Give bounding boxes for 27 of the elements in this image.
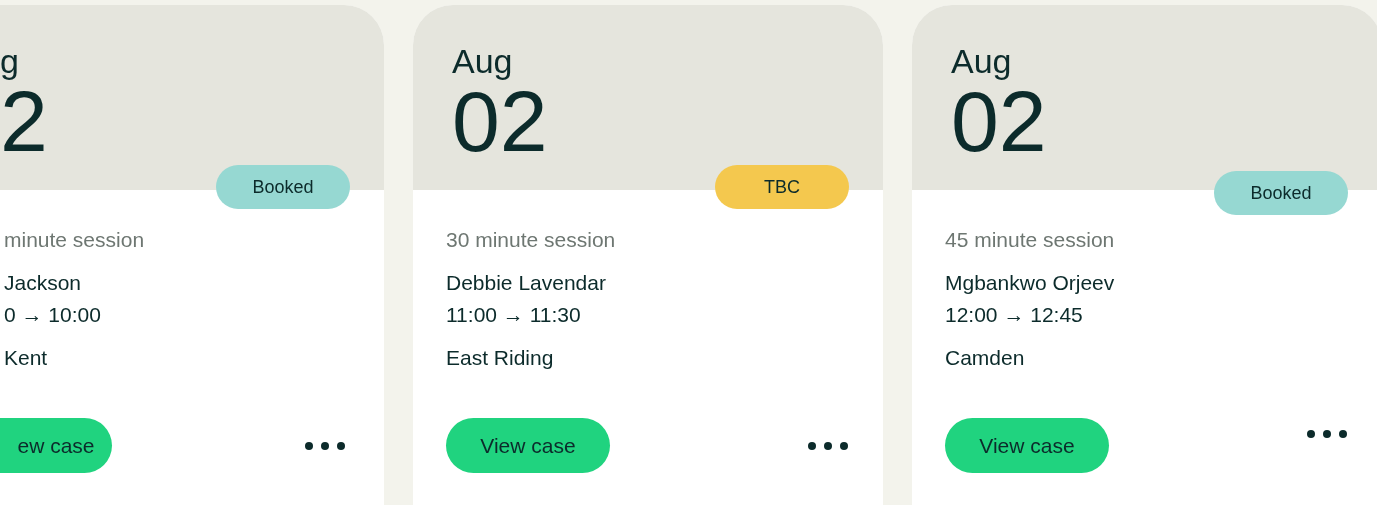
client-name: Debbie Lavendar — [446, 271, 606, 295]
duration-text: minute session — [4, 228, 145, 252]
more-icon[interactable] — [807, 440, 849, 451]
month-label: Aug — [951, 41, 1012, 81]
view-case-button[interactable]: ew case — [0, 418, 112, 473]
month-label: g — [0, 41, 19, 81]
status-badge: TBC — [715, 165, 849, 209]
status-badge: Booked — [216, 165, 350, 209]
month-label: Aug — [452, 41, 513, 81]
day-number: 02 — [951, 81, 1047, 161]
day-number: 02 — [452, 81, 548, 161]
time-range: 12:00 → 12:45 — [945, 303, 1083, 327]
time-range: 11:00 → 11:30 — [446, 303, 581, 327]
more-icon[interactable] — [304, 440, 346, 451]
time-range: 0 → 10:00 — [4, 303, 101, 327]
location-text: Camden — [945, 346, 1025, 370]
client-name: Jackson — [4, 271, 82, 295]
location-text: Kent — [4, 346, 48, 370]
duration-text: 30 minute session — [446, 228, 616, 252]
client-name: Mgbankwo Orjeev — [945, 271, 1115, 295]
status-badge: Booked — [1214, 171, 1348, 215]
day-number: 2 — [0, 81, 48, 161]
view-case-button[interactable]: View case — [945, 418, 1109, 473]
view-case-button[interactable]: View case — [446, 418, 610, 473]
more-icon[interactable] — [1306, 428, 1348, 439]
location-text: East Riding — [446, 346, 554, 370]
duration-text: 45 minute session — [945, 228, 1115, 252]
